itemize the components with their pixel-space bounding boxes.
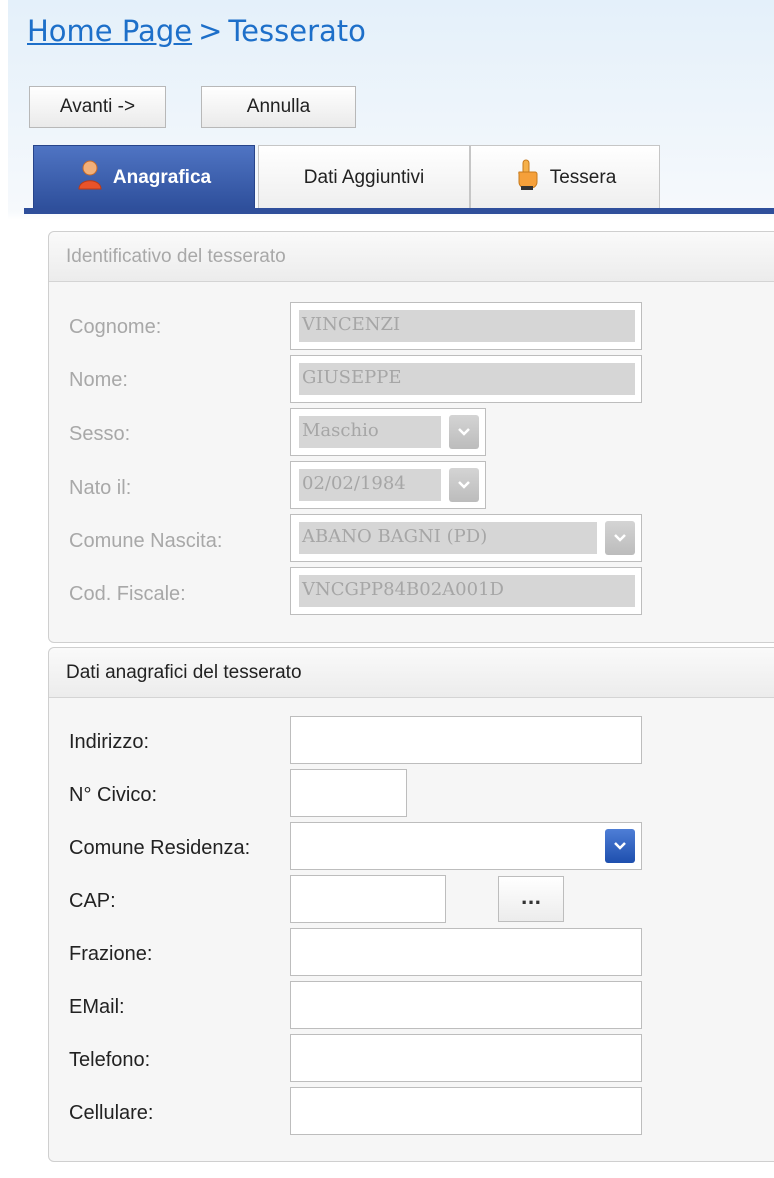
nato-il-label: Nato il:: [69, 477, 132, 499]
tab-tessera-label: Tessera: [549, 166, 617, 188]
frazione-input[interactable]: [291, 929, 641, 975]
telefono-label: Telefono:: [69, 1049, 151, 1071]
email-input[interactable]: [291, 982, 641, 1028]
nato-il-select: 02/02/1984: [290, 461, 486, 509]
comune-residenza-input[interactable]: [291, 823, 591, 869]
comune-nascita-value: ABANO BAGNI (PD): [299, 522, 597, 554]
telefono-field[interactable]: [290, 1034, 642, 1082]
cancel-button[interactable]: Annulla: [201, 86, 356, 128]
cognome-label: Cognome:: [69, 316, 162, 338]
nome-value: GIUSEPPE: [299, 363, 635, 395]
chevron-down-icon: [605, 521, 635, 555]
cod-fiscale-value: VNCGPP84B02A001D: [299, 575, 635, 607]
indirizzo-field[interactable]: [290, 716, 642, 764]
nome-label: Nome:: [69, 369, 128, 391]
chevron-down-icon: [449, 468, 479, 502]
cap-label: CAP:: [69, 890, 116, 912]
cap-lookup-button[interactable]: ...: [498, 876, 564, 922]
tab-bar-underline: [24, 208, 774, 214]
breadcrumb: Home Page > Tesserato: [27, 14, 366, 48]
sesso-value: Maschio: [299, 416, 441, 448]
cap-field[interactable]: [290, 875, 446, 923]
cognome-value: VINCENZI: [299, 310, 635, 342]
civico-field[interactable]: [290, 769, 407, 817]
sesso-select: Maschio: [290, 408, 486, 456]
tab-anagrafica-label: Anagrafica: [112, 166, 212, 188]
next-button[interactable]: Avanti ->: [29, 86, 166, 128]
sesso-label: Sesso:: [69, 423, 131, 445]
breadcrumb-home-link[interactable]: Home Page: [27, 14, 192, 48]
cellulare-input[interactable]: [291, 1088, 641, 1134]
cellulare-label: Cellulare:: [69, 1102, 154, 1124]
chevron-down-icon[interactable]: [605, 829, 635, 863]
cognome-field: VINCENZI: [290, 302, 642, 350]
tab-tessera[interactable]: Tessera: [470, 145, 660, 209]
identification-panel-title: Identificativo del tesserato: [49, 232, 774, 282]
frazione-label: Frazione:: [69, 943, 153, 965]
tab-dati-aggiuntivi-label: Dati Aggiuntivi: [303, 166, 425, 188]
breadcrumb-separator: >: [198, 14, 223, 48]
civico-label: N° Civico:: [69, 784, 158, 806]
cellulare-field[interactable]: [290, 1087, 642, 1135]
comune-residenza-label: Comune Residenza:: [69, 837, 251, 859]
email-field[interactable]: [290, 981, 642, 1029]
chevron-down-icon: [449, 415, 479, 449]
indirizzo-label: Indirizzo:: [69, 731, 150, 753]
comune-residenza-select[interactable]: [290, 822, 642, 870]
registry-panel-title: Dati anagrafici del tesserato: [49, 648, 774, 698]
tab-dati-aggiuntivi[interactable]: Dati Aggiuntivi: [258, 145, 470, 209]
telefono-input[interactable]: [291, 1035, 641, 1081]
email-label: EMail:: [69, 996, 125, 1018]
frazione-field[interactable]: [290, 928, 642, 976]
nome-field: GIUSEPPE: [290, 355, 642, 403]
tab-anagrafica[interactable]: Anagrafica: [33, 145, 255, 209]
app-window: Home Page > Tesserato Avanti -> Annulla An…: [8, 0, 774, 1178]
civico-input[interactable]: [291, 770, 406, 816]
comune-nascita-select: ABANO BAGNI (PD): [290, 514, 642, 562]
breadcrumb-current: Tesserato: [228, 14, 366, 48]
nato-il-value: 02/02/1984: [299, 469, 441, 501]
user-icon: [77, 160, 103, 196]
cap-input[interactable]: [291, 876, 445, 922]
indirizzo-input[interactable]: [291, 717, 641, 763]
cod-fiscale-label: Cod. Fiscale:: [69, 583, 186, 605]
pointing-hand-icon: [514, 159, 540, 197]
comune-nascita-label: Comune Nascita:: [69, 530, 223, 552]
cod-fiscale-field: VNCGPP84B02A001D: [290, 567, 642, 615]
